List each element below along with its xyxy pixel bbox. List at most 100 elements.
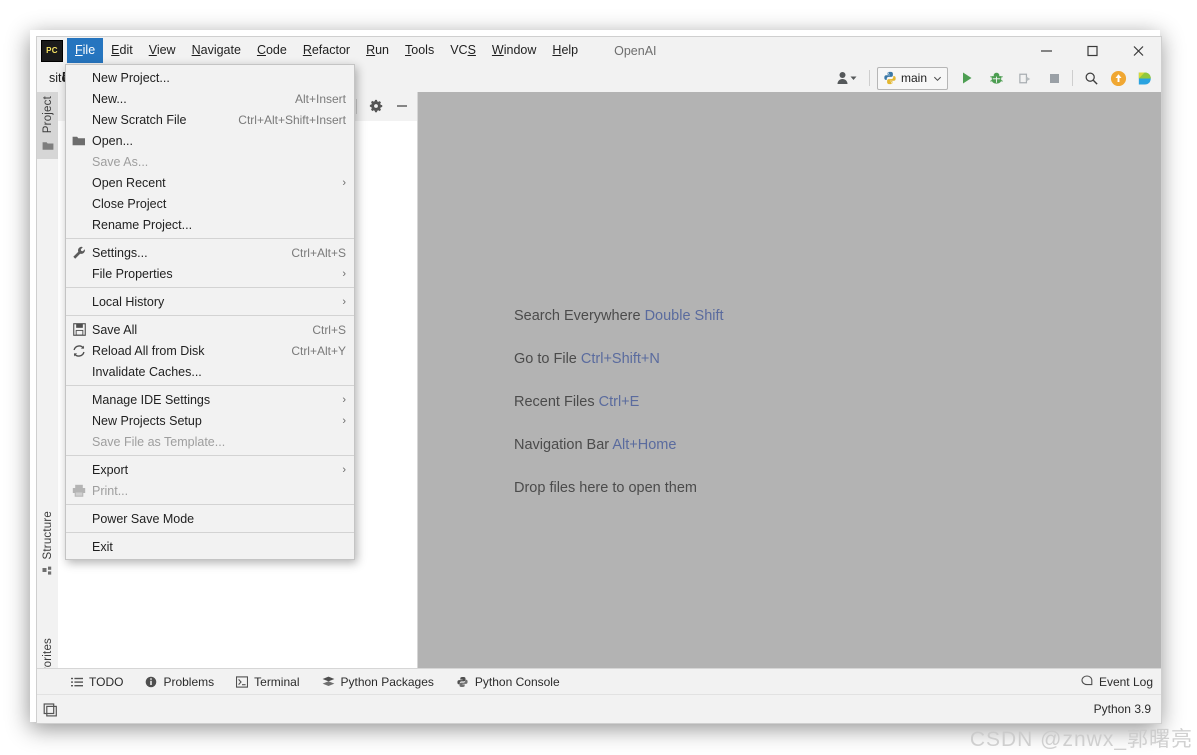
problems-icon (145, 676, 157, 688)
menu-code[interactable]: Code (249, 38, 295, 63)
file-menu-item-power-save-mode[interactable]: Power Save Mode (66, 508, 354, 529)
bottom-tool-bar: TODO Problems Terminal Python Packages P… (37, 668, 1161, 695)
page-root: PC File Edit View Navigate Code Refactor Run To… (0, 0, 1197, 755)
file-menu-item-label: Close Project (92, 196, 167, 211)
balloon-icon (1081, 674, 1093, 690)
wrench-icon (66, 246, 92, 260)
account-icon[interactable] (832, 67, 862, 89)
datalore-icon[interactable] (1133, 67, 1155, 89)
file-menu-item-label: Reload All from Disk (92, 343, 205, 358)
file-menu-item-label: Save File as Template... (92, 434, 226, 449)
bottom-item-todo-label: TODO (89, 675, 124, 689)
maximize-icon[interactable] (1069, 37, 1115, 64)
editor-hint-list: Search Everywhere Double Shift Go to File… (514, 307, 724, 522)
search-icon[interactable] (1080, 67, 1102, 89)
pycharm-logo-icon: PC (41, 39, 63, 62)
editor-hint-shortcut: Ctrl+E (598, 394, 640, 410)
file-menu-item-new-project[interactable]: New Project... (66, 67, 354, 88)
menu-view[interactable]: View (141, 38, 184, 63)
file-menu-item-file-properties[interactable]: File Properties › (66, 263, 354, 284)
menu-separator (66, 238, 354, 239)
editor-hint-action: Navigation Bar (514, 437, 610, 453)
file-menu-item-label: Local History (92, 294, 165, 309)
gear-icon[interactable] (365, 95, 387, 117)
interpreter-status[interactable]: Python 3.9 (1094, 702, 1151, 716)
main-toolbar: main (832, 64, 1155, 92)
event-log-button[interactable]: Event Log (1081, 674, 1153, 690)
editor-hint-action: Recent Files (514, 394, 595, 410)
file-menu-item-open-recent[interactable]: Open Recent › (66, 172, 354, 193)
menu-window[interactable]: Window (484, 38, 544, 63)
file-menu-item-invalidate-caches[interactable]: Invalidate Caches... (66, 361, 354, 382)
menu-run[interactable]: Run (358, 38, 397, 63)
editor-hint: Recent Files Ctrl+E (514, 393, 724, 411)
file-menu-item-open[interactable]: Open... (66, 130, 354, 151)
file-menu-item-reload-all-from-disk[interactable]: Reload All from Disk Ctrl+Alt+Y (66, 340, 354, 361)
menu-help[interactable]: Help (544, 38, 586, 63)
run-button[interactable] (956, 67, 978, 89)
menu-file[interactable]: File (67, 38, 104, 63)
file-menu-item-local-history[interactable]: Local History › (66, 291, 354, 312)
sidebar-item-structure[interactable]: Structure (37, 507, 58, 585)
sidebar-item-project[interactable]: Project (37, 92, 58, 160)
file-menu-item-label: Exit (92, 539, 113, 554)
file-menu-item-shortcut: Ctrl+Alt+Y (291, 343, 346, 358)
chevron-right-icon: › (342, 295, 346, 308)
editor-hint-shortcut: Alt+Home (612, 437, 677, 453)
bottom-item-problems-label: Problems (163, 675, 215, 689)
file-menu-item-shortcut: Ctrl+Alt+S (291, 245, 346, 260)
stop-button (1043, 67, 1065, 89)
folder-icon (66, 135, 92, 147)
toolbar-divider (868, 70, 870, 86)
bottom-item-python-packages[interactable]: Python Packages (322, 675, 434, 689)
menu-refactor[interactable]: Refactor (295, 38, 358, 63)
file-menu-item-exit[interactable]: Exit (66, 536, 354, 557)
status-bar: Python 3.9 (37, 694, 1161, 723)
editor-placeholder[interactable]: Search Everywhere Double Shift Go to File… (418, 92, 1161, 668)
minimize-icon[interactable] (1023, 37, 1069, 64)
chevron-right-icon: › (342, 176, 346, 189)
file-menu-dropdown[interactable]: New Project... New... Alt+Insert New Scratc… (65, 64, 355, 560)
bottom-item-todo[interactable]: TODO (71, 675, 123, 689)
close-icon[interactable] (1115, 37, 1161, 64)
editor-hint-shortcut: Ctrl+Shift+N (580, 351, 660, 367)
file-menu-item-save-all[interactable]: Save All Ctrl+S (66, 319, 354, 340)
file-menu-item-manage-ide-settings[interactable]: Manage IDE Settings › (66, 389, 354, 410)
folder-icon (42, 138, 54, 156)
bottom-item-problems[interactable]: Problems (145, 675, 214, 689)
bottom-item-python-console[interactable]: Python Console (456, 675, 560, 689)
menu-tools[interactable]: Tools (397, 38, 442, 63)
run-configuration-selector[interactable]: main (876, 66, 948, 90)
file-menu-item-export[interactable]: Export › (66, 459, 354, 480)
file-menu-item-shortcut: Alt+Insert (294, 91, 346, 106)
menu-separator (66, 287, 354, 288)
file-menu-item-new[interactable]: New... Alt+Insert (66, 88, 354, 109)
file-menu-item-close-project[interactable]: Close Project (66, 193, 354, 214)
file-menu-item-save-file-as-template: Save File as Template... (66, 431, 354, 452)
menu-separator (66, 315, 354, 316)
file-menu-item-new-scratch-file[interactable]: New Scratch File Ctrl+Alt+Shift+Insert (66, 109, 354, 130)
layout-icon[interactable] (43, 701, 59, 717)
packages-icon (322, 676, 335, 688)
python-icon (884, 71, 896, 85)
debug-button[interactable] (985, 67, 1007, 89)
file-menu-item-shortcut: Ctrl+Alt+Shift+Insert (238, 112, 346, 127)
file-menu-item-rename-project[interactable]: Rename Project... (66, 214, 354, 235)
menu-vcs[interactable]: VCS (442, 38, 484, 63)
file-menu-item-label: Print... (92, 483, 129, 498)
hide-panel-button[interactable] (391, 95, 413, 117)
file-menu-item-label: Open... (92, 133, 133, 148)
menu-bar: File Edit View Navigate Code Refactor Run Tools… (67, 37, 586, 64)
file-menu-item-label: New Projects Setup (92, 413, 202, 428)
editor-hint: Navigation Bar Alt+Home (514, 436, 724, 454)
file-menu-item-label: Settings... (92, 245, 148, 260)
update-icon[interactable] (1107, 67, 1129, 89)
chevron-right-icon: › (342, 267, 346, 280)
menu-navigate[interactable]: Navigate (184, 38, 249, 63)
file-menu-item-settings[interactable]: Settings... Ctrl+Alt+S (66, 242, 354, 263)
menu-separator (66, 532, 354, 533)
bottom-item-terminal[interactable]: Terminal (236, 675, 300, 689)
menu-edit[interactable]: Edit (103, 38, 141, 63)
file-menu-item-label: New... (92, 91, 127, 106)
file-menu-item-new-projects-setup[interactable]: New Projects Setup › (66, 410, 354, 431)
